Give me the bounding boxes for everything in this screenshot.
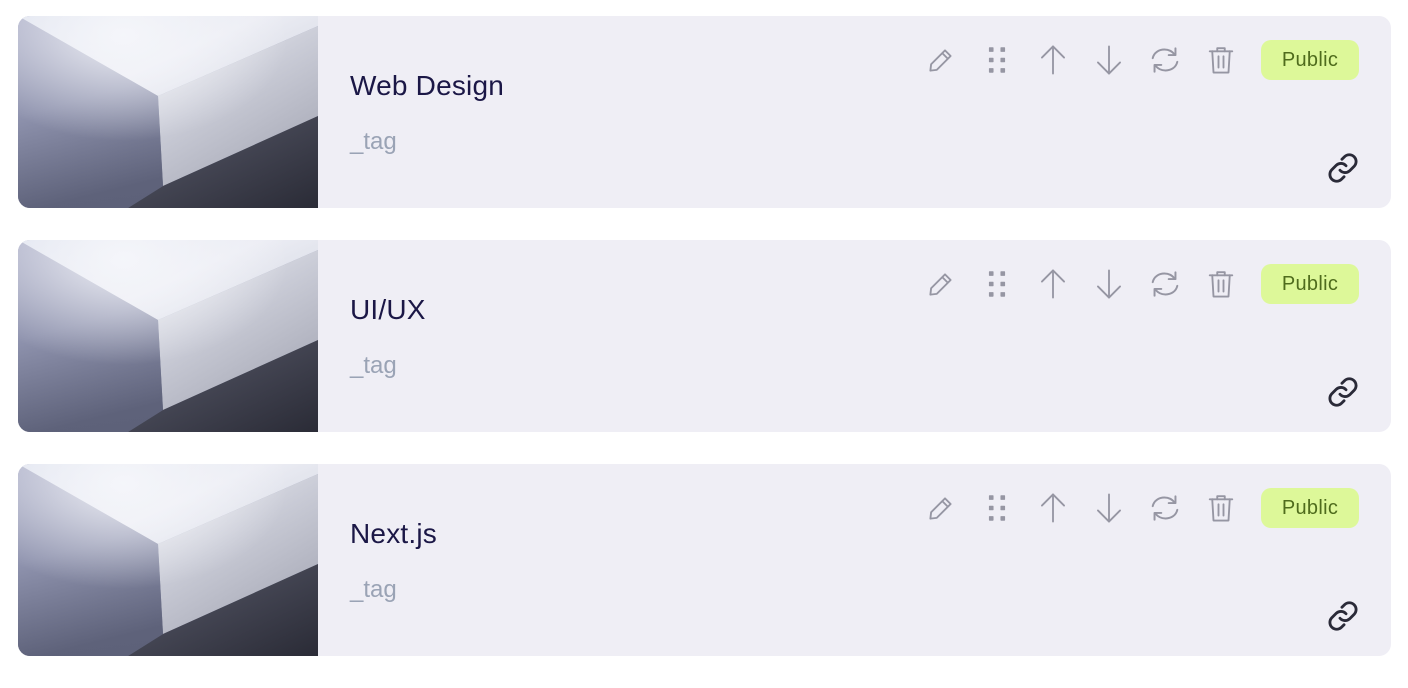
card-actions: Public (921, 488, 1359, 528)
move-down-button[interactable] (1089, 488, 1129, 528)
arrow-down-icon (1097, 45, 1121, 75)
visibility-badge[interactable]: Public (1261, 264, 1359, 304)
cover-image (18, 240, 318, 432)
cover-image (18, 16, 318, 208)
pencil-icon (929, 273, 952, 296)
drag-handle[interactable] (977, 488, 1017, 528)
trash-icon (1208, 495, 1234, 522)
refresh-icon (1151, 47, 1179, 73)
card-title: UI/UX (350, 294, 426, 325)
drag-handle[interactable] (977, 264, 1017, 304)
card-tag: _tag (350, 576, 397, 603)
card-list: Web Design _tag Public UI/UX _tag Public… (18, 16, 1391, 688)
delete-button[interactable] (1201, 264, 1241, 304)
card-body: Web Design _tag Public (318, 16, 1391, 208)
move-up-button[interactable] (1033, 40, 1073, 80)
link-icon (1328, 377, 1358, 407)
visibility-badge[interactable]: Public (1261, 488, 1359, 528)
link-icon (1328, 601, 1358, 631)
edit-button[interactable] (921, 264, 961, 304)
move-up-button[interactable] (1033, 488, 1073, 528)
refresh-icon (1151, 271, 1179, 297)
delete-button[interactable] (1201, 40, 1241, 80)
delete-button[interactable] (1201, 488, 1241, 528)
card-actions: Public (921, 40, 1359, 80)
drag-handle[interactable] (977, 40, 1017, 80)
card-title: Web Design (350, 70, 505, 101)
grip-dots-icon (988, 47, 1006, 73)
move-up-button[interactable] (1033, 264, 1073, 304)
link-icon (1328, 153, 1358, 183)
list-item: Web Design _tag Public (18, 16, 1391, 208)
grip-dots-icon (988, 271, 1006, 297)
pencil-icon (929, 49, 952, 72)
copy-link-button[interactable] (1321, 370, 1365, 414)
grip-dots-icon (988, 495, 1006, 521)
card-title: Next.js (350, 518, 437, 549)
edit-button[interactable] (921, 40, 961, 80)
copy-link-button[interactable] (1321, 594, 1365, 638)
arrow-up-icon (1041, 493, 1065, 523)
list-item: Next.js _tag Public (18, 464, 1391, 656)
trash-icon (1208, 271, 1234, 298)
refresh-button[interactable] (1145, 264, 1185, 304)
arrow-up-icon (1041, 269, 1065, 299)
visibility-badge[interactable]: Public (1261, 40, 1359, 80)
card-tag: _tag (350, 128, 397, 155)
arrow-up-icon (1041, 45, 1065, 75)
list-item: UI/UX _tag Public (18, 240, 1391, 432)
arrow-down-icon (1097, 493, 1121, 523)
trash-icon (1208, 47, 1234, 74)
cover-image (18, 464, 318, 656)
card-body: UI/UX _tag Public (318, 240, 1391, 432)
edit-button[interactable] (921, 488, 961, 528)
card-tag: _tag (350, 352, 397, 379)
refresh-button[interactable] (1145, 488, 1185, 528)
card-body: Next.js _tag Public (318, 464, 1391, 656)
move-down-button[interactable] (1089, 40, 1129, 80)
pencil-icon (929, 497, 952, 520)
refresh-button[interactable] (1145, 40, 1185, 80)
arrow-down-icon (1097, 269, 1121, 299)
refresh-icon (1151, 495, 1179, 521)
card-actions: Public (921, 264, 1359, 304)
copy-link-button[interactable] (1321, 146, 1365, 190)
move-down-button[interactable] (1089, 264, 1129, 304)
